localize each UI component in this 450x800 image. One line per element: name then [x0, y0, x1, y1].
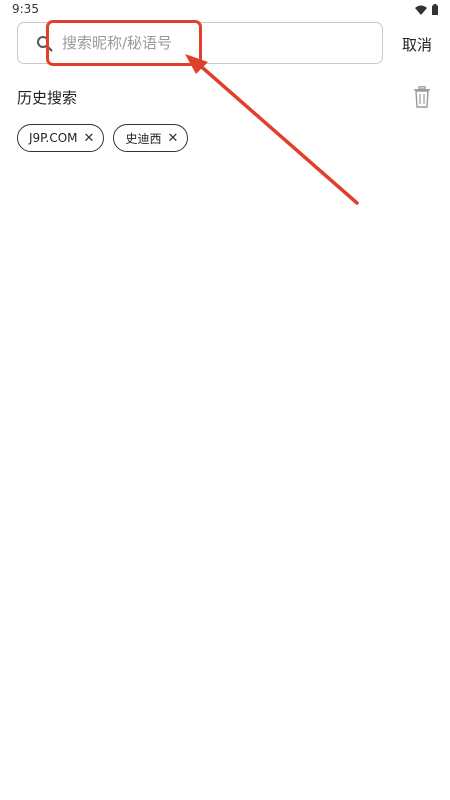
history-tag-label: 史迪西 [125, 131, 162, 146]
history-tag[interactable]: J9P.COM ✕ [17, 124, 105, 152]
battery-icon [432, 4, 438, 15]
annotation-arrow [185, 54, 359, 205]
search-bar: 取消 [17, 22, 433, 66]
status-time: 9:35 [12, 2, 39, 16]
search-icon [37, 36, 53, 52]
search-box[interactable] [17, 22, 383, 64]
search-input[interactable] [62, 29, 362, 57]
history-title: 历史搜索 [17, 89, 78, 107]
search-screen: 9:35 取消 历史搜索 [0, 0, 450, 800]
close-icon[interactable]: ✕ [167, 132, 178, 145]
history-tag-label: J9P.COM [29, 131, 78, 145]
history-header: 历史搜索 [17, 86, 433, 110]
wifi-icon [415, 5, 427, 15]
cancel-button[interactable]: 取消 [402, 34, 432, 55]
status-bar: 9:35 [0, 0, 450, 20]
history-tag[interactable]: 史迪西 ✕ [113, 124, 189, 152]
close-icon[interactable]: ✕ [84, 132, 95, 145]
status-icons [415, 4, 438, 15]
history-tags: J9P.COM ✕ 史迪西 ✕ [17, 124, 189, 152]
trash-icon[interactable] [413, 86, 431, 108]
